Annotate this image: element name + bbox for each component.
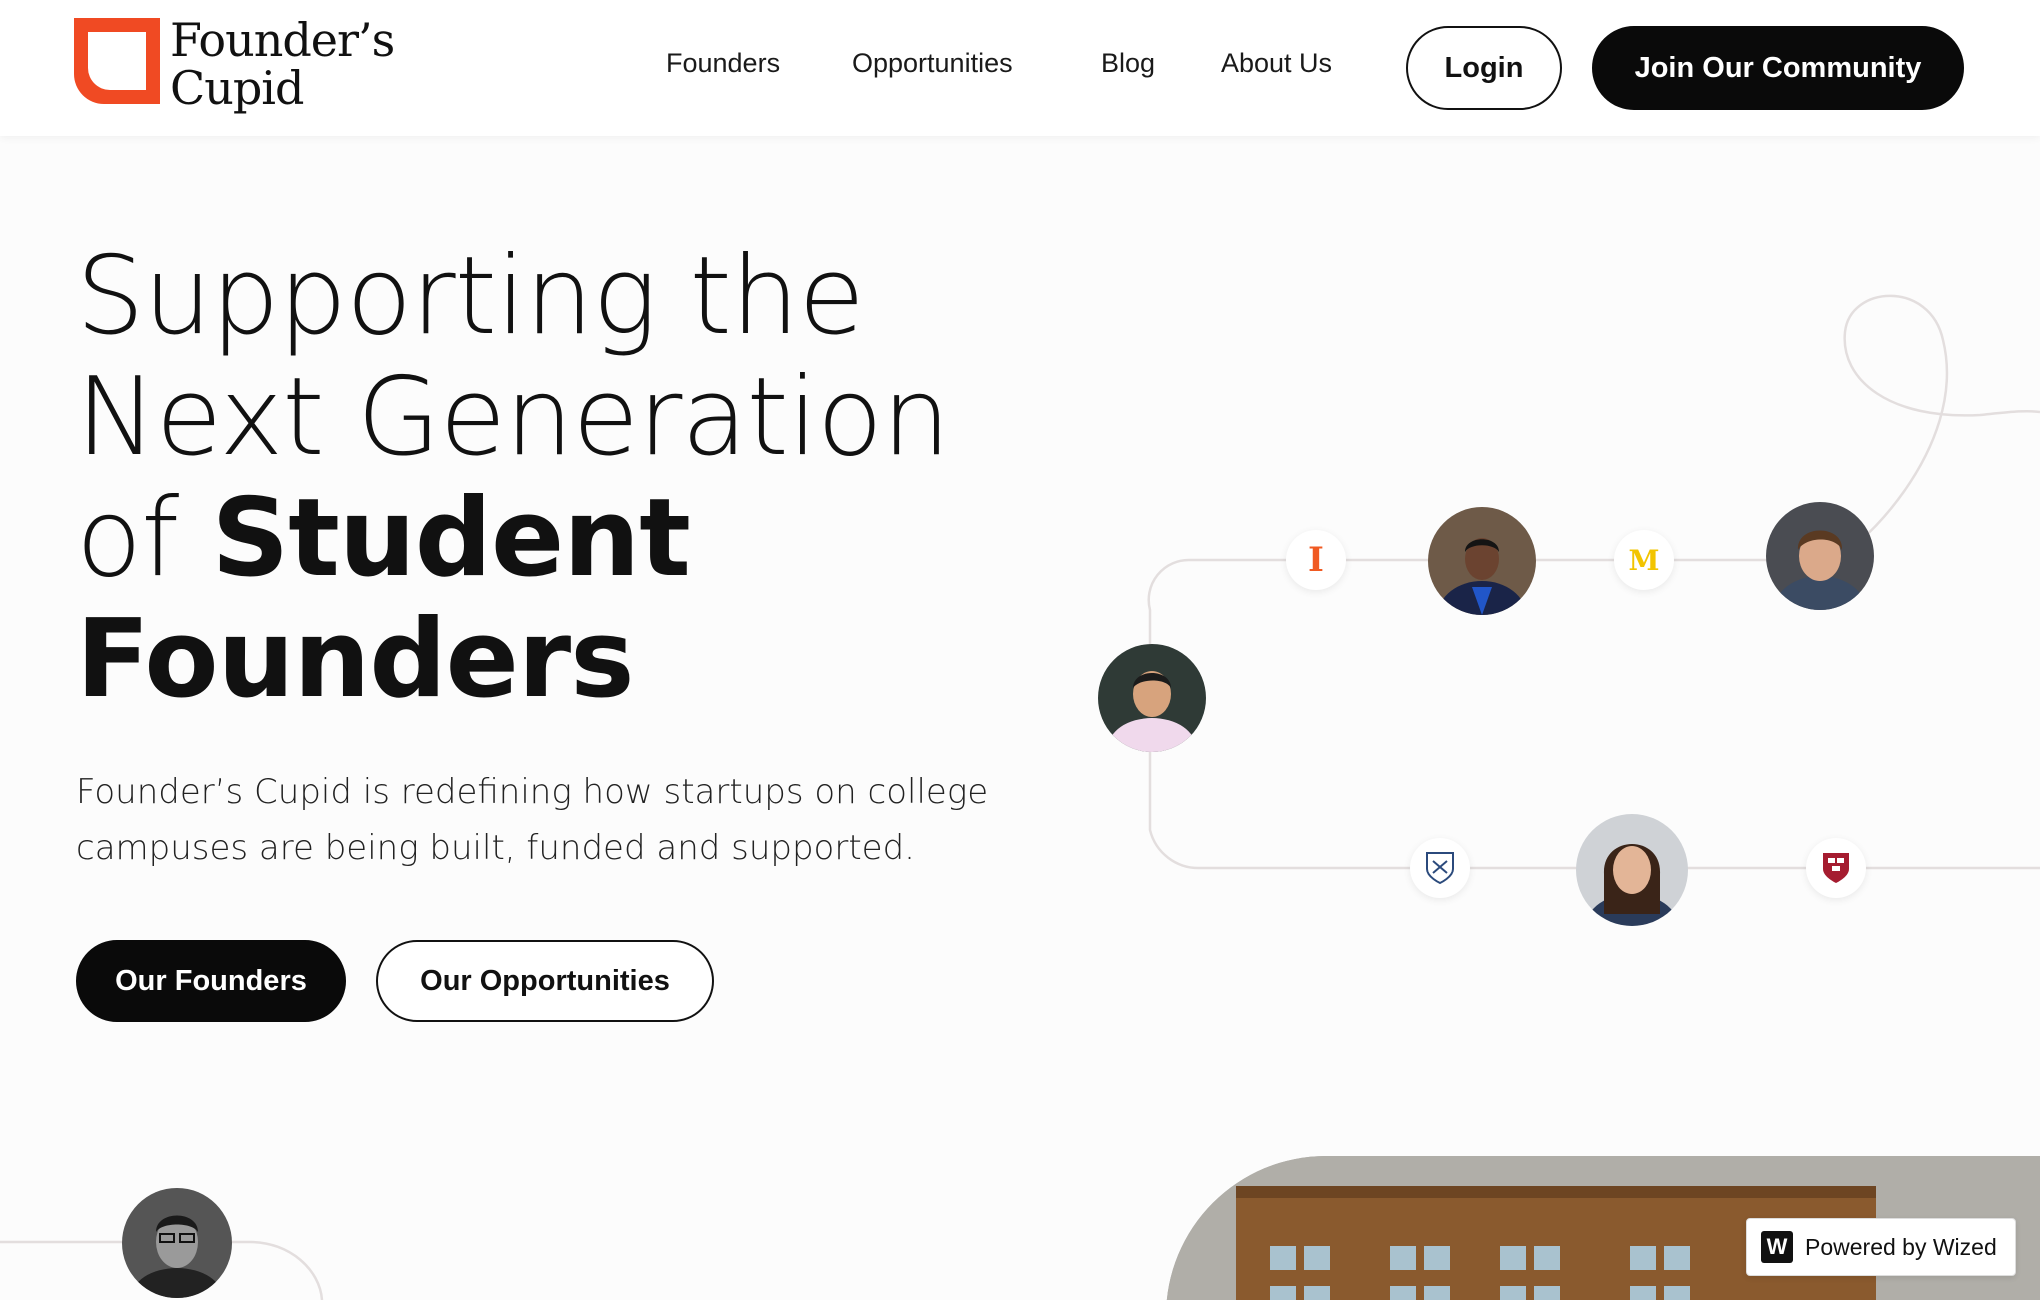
founder-avatar[interactable]: [1576, 814, 1688, 926]
wized-label: Powered by Wized: [1805, 1233, 1997, 1260]
hero-title-student: Student: [211, 476, 690, 601]
our-founders-button[interactable]: Our Founders: [76, 940, 346, 1022]
powered-by-wized-badge[interactable]: W Powered by Wized: [1746, 1218, 2016, 1276]
michigan-logo-icon: M: [1614, 530, 1674, 590]
top-nav: Founder’s Cupid Founders Opportunities B…: [0, 0, 2040, 136]
nav-link-about-us[interactable]: About Us: [1221, 48, 1332, 79]
founder-avatar[interactable]: [122, 1188, 232, 1298]
nav-link-opportunities[interactable]: Opportunities: [852, 48, 1013, 79]
wized-logo-icon: W: [1761, 1231, 1793, 1263]
founders-cupid-logo-icon: [74, 18, 160, 104]
network-lines: [1147, 294, 2040, 870]
founder-avatar[interactable]: [1428, 507, 1536, 615]
founder-photo-icon: [1098, 644, 1206, 752]
brand-logo[interactable]: Founder’s Cupid: [74, 16, 395, 118]
hero-title-of: of: [76, 476, 179, 601]
hero-title-line-3: of Student: [76, 478, 1016, 599]
hero-title: Supporting the Next Generation of Studen…: [76, 236, 1016, 720]
hero-subtitle: Founder’s Cupid is redefining how startu…: [76, 772, 989, 868]
brand-line-2: Cupid: [170, 61, 304, 115]
illinois-logo-icon: I: [1286, 530, 1346, 590]
harvard-shield-icon: [1806, 838, 1866, 898]
login-button[interactable]: Login: [1406, 26, 1562, 110]
founder-photo-icon: [1576, 814, 1688, 926]
hero-title-founders: Founders: [76, 597, 634, 722]
nav-link-founders[interactable]: Founders: [666, 48, 780, 79]
yale-shield-icon: [1410, 838, 1470, 898]
our-opportunities-button[interactable]: Our Opportunities: [376, 940, 714, 1022]
founder-photo-icon: [122, 1188, 232, 1298]
founder-network-graphic: I M: [1050, 270, 2040, 960]
hero-title-line-4: Founders: [76, 599, 1016, 720]
hero-title-line-2: Next Generation: [76, 355, 950, 480]
join-community-button[interactable]: Join Our Community: [1592, 26, 1964, 110]
hero-title-line-1: Supporting the: [76, 234, 865, 359]
brand-name: Founder’s Cupid: [170, 13, 395, 115]
brand-line-1: Founder’s: [170, 13, 395, 67]
founder-avatar[interactable]: [1098, 644, 1206, 752]
nav-link-blog[interactable]: Blog: [1101, 48, 1155, 79]
founder-photo-icon: [1766, 502, 1874, 610]
founder-avatar[interactable]: [1766, 502, 1874, 610]
founder-photo-icon: [1428, 507, 1536, 615]
